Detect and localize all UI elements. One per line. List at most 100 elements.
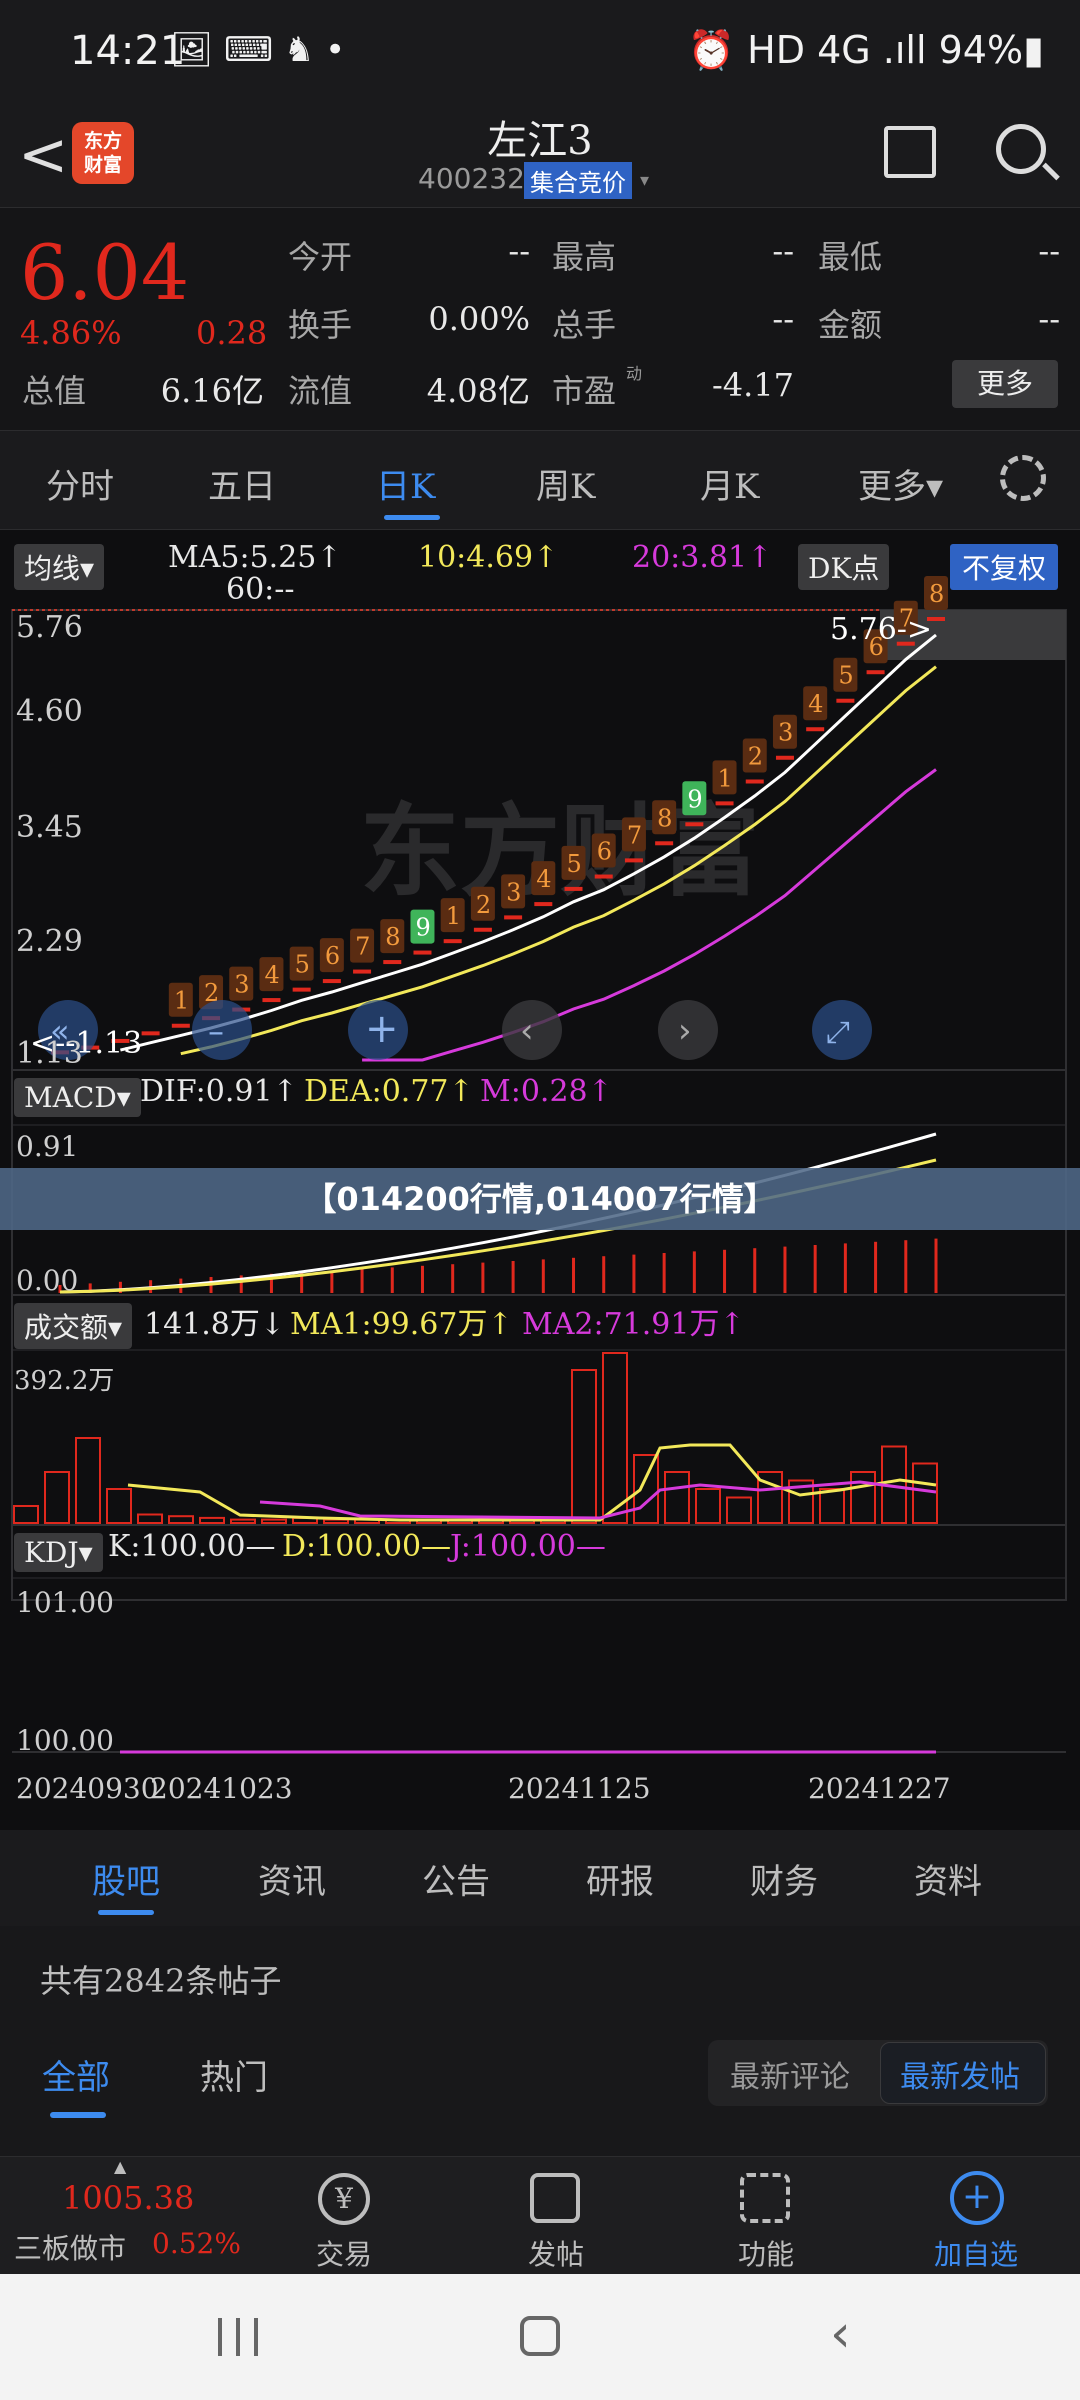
kdj-k: K:100.00— bbox=[108, 1529, 276, 1564]
volume-bar bbox=[571, 1369, 597, 1524]
macd-bar bbox=[843, 1243, 847, 1293]
total-cap-value: 6.16亿 bbox=[160, 372, 264, 410]
volume-bar bbox=[912, 1462, 938, 1524]
volume-selector[interactable]: 成交额▾ bbox=[14, 1303, 133, 1349]
macd-bar bbox=[874, 1241, 878, 1293]
sort-latest-post[interactable]: 最新发帖 bbox=[900, 2052, 1020, 2096]
macd-dif: DIF:0.91↑ bbox=[140, 1074, 298, 1109]
macd-bar bbox=[451, 1264, 455, 1293]
high-value: -- bbox=[772, 232, 794, 270]
tab-trade[interactable]: 交易 bbox=[264, 2233, 424, 2273]
home-icon[interactable] bbox=[520, 2316, 560, 2356]
share-icon[interactable] bbox=[884, 126, 936, 178]
volume-bar bbox=[695, 1488, 721, 1524]
filter-hot[interactable]: 热门 bbox=[200, 2050, 268, 2099]
index-value[interactable]: 1005.38 bbox=[62, 2179, 194, 2217]
tab-daily-k[interactable]: 日K bbox=[376, 459, 435, 508]
sort-latest-comment[interactable]: 最新评论 bbox=[730, 2052, 850, 2096]
post-icon[interactable] bbox=[530, 2173, 580, 2223]
tab-intraday[interactable]: 分时 bbox=[46, 459, 114, 508]
macd-selector[interactable]: MACD▾ bbox=[14, 1078, 141, 1117]
td-sequence-number: 1 bbox=[446, 902, 461, 930]
td-sequence-number: 4 bbox=[808, 690, 823, 718]
high-label: 最高 bbox=[552, 238, 617, 276]
tab-monthly-k[interactable]: 月K bbox=[700, 459, 759, 508]
gear-icon[interactable] bbox=[1000, 455, 1046, 501]
candle bbox=[685, 822, 704, 827]
td-sequence-number: 8 bbox=[657, 804, 672, 832]
candle bbox=[534, 902, 553, 907]
macd-bar bbox=[934, 1238, 938, 1293]
filter-all[interactable]: 全部 bbox=[42, 2050, 110, 2099]
amount-label: 金额 bbox=[818, 306, 883, 344]
price-axis-label: 3.45 bbox=[16, 810, 83, 845]
tab-add-watchlist[interactable]: 加自选 bbox=[896, 2233, 1056, 2273]
macd-bar bbox=[632, 1254, 636, 1293]
volume-bar bbox=[850, 1471, 876, 1524]
back-nav-icon[interactable]: ‹ bbox=[830, 2304, 851, 2364]
volume-bar bbox=[819, 1488, 845, 1524]
tab-function[interactable]: 功能 bbox=[686, 2233, 846, 2273]
kdj-selector[interactable]: KDJ▾ bbox=[14, 1533, 103, 1572]
open-value: -- bbox=[508, 232, 530, 270]
td-sequence-number: 8 bbox=[929, 580, 944, 608]
tab-research[interactable]: 研报 bbox=[586, 1854, 654, 1903]
status-system-icons: ⏰ HD 4G .ıll 94%▮ bbox=[687, 28, 1044, 72]
tab-finance[interactable]: 财务 bbox=[750, 1854, 818, 1903]
tab-guba[interactable]: 股吧 bbox=[92, 1854, 160, 1903]
trade-icon[interactable]: ¥ bbox=[318, 2173, 370, 2225]
function-icon[interactable] bbox=[740, 2173, 790, 2223]
td-sequence-number: 8 bbox=[385, 923, 400, 951]
stock-code: 400232 bbox=[418, 162, 525, 195]
recent-apps-icon[interactable] bbox=[218, 2318, 258, 2356]
candle bbox=[443, 939, 462, 944]
td-sequence-number: 7 bbox=[355, 933, 370, 961]
td-sequence-number: 5 bbox=[838, 662, 853, 690]
macd-bar bbox=[662, 1253, 666, 1293]
td-sequence-number: 6 bbox=[325, 942, 340, 970]
dropdown-icon[interactable]: ▾ bbox=[640, 170, 649, 191]
max-price-marker: 5.76-> bbox=[830, 612, 933, 647]
volume-bar bbox=[13, 1505, 39, 1524]
svg-text:›: › bbox=[678, 1011, 692, 1051]
td-sequence-number: 3 bbox=[778, 719, 793, 747]
td-sequence-number: 2 bbox=[748, 743, 763, 771]
volume-bar bbox=[664, 1471, 690, 1524]
tab-profile[interactable]: 资料 bbox=[914, 1854, 982, 1903]
auction-badge: 集合竞价 bbox=[524, 162, 632, 199]
period-tabs: 分时 五日 日K 周K 月K 更多▾ bbox=[0, 430, 1080, 530]
status-notification-icons: 🖼 ⌨ ♞ • bbox=[170, 30, 346, 70]
svg-text:‹: ‹ bbox=[520, 1011, 534, 1051]
macd-bar bbox=[511, 1261, 515, 1293]
index-up-icon: ▲ bbox=[114, 2157, 127, 2176]
index-name[interactable]: 三板做市 bbox=[14, 2227, 126, 2267]
candle bbox=[171, 1023, 190, 1028]
add-watchlist-icon[interactable]: + bbox=[950, 2171, 1004, 2225]
system-nav-bar: ‹ bbox=[0, 2274, 1080, 2400]
change-percent: 4.86% bbox=[20, 314, 122, 352]
td-sequence-number: 5 bbox=[567, 850, 582, 878]
tab-weekly-k[interactable]: 周K bbox=[536, 459, 595, 508]
price-axis-label: 2.29 bbox=[16, 924, 83, 959]
low-label: 最低 bbox=[818, 238, 883, 276]
candle bbox=[504, 915, 523, 920]
tab-news[interactable]: 资讯 bbox=[258, 1854, 326, 1903]
tab-announcement[interactable]: 公告 bbox=[422, 1854, 490, 1903]
pe-label: 市盈 bbox=[552, 372, 617, 410]
search-icon[interactable] bbox=[996, 124, 1046, 174]
candle bbox=[292, 987, 311, 992]
candle bbox=[715, 801, 734, 806]
min-price-marker: <--1.13 bbox=[30, 1026, 143, 1061]
volume-bar bbox=[106, 1488, 132, 1524]
tab-post[interactable]: 发帖 bbox=[476, 2233, 636, 2273]
content-tabs: 股吧 资讯 公告 研报 财务 资料 bbox=[0, 1830, 1080, 1926]
svg-text:–: – bbox=[208, 1012, 224, 1050]
kdj-axis-top: 101.00 bbox=[16, 1586, 114, 1619]
macd-bar bbox=[572, 1257, 576, 1293]
more-button[interactable]: 更多 bbox=[952, 360, 1058, 408]
macd-bar bbox=[783, 1246, 787, 1293]
tab-more[interactable]: 更多▾ bbox=[858, 459, 943, 508]
macd-bar bbox=[602, 1256, 606, 1293]
tab-five-day[interactable]: 五日 bbox=[208, 459, 276, 508]
volume-bar bbox=[230, 1518, 256, 1524]
